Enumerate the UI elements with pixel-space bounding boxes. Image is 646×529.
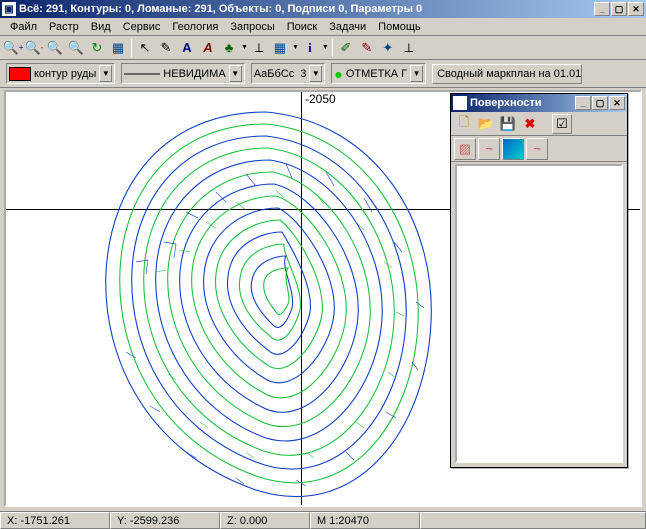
text-a-red-icon[interactable]: A — [198, 38, 218, 58]
panel-icon — [453, 96, 467, 110]
dropdown-icon[interactable]: ▼ — [241, 44, 248, 51]
surface-hatched-icon[interactable]: ▨ — [454, 138, 476, 160]
menu-queries[interactable]: Запросы — [224, 19, 280, 35]
property-bar: контур руды ▼ НЕВИДИМА ▼ АаБбСс 3 ▼ ● ОТ… — [0, 60, 646, 88]
info-icon[interactable]: i — [300, 38, 320, 58]
surface-solid-icon[interactable]: . — [502, 138, 524, 160]
zoom-out-icon[interactable]: 🔍- — [24, 38, 44, 58]
linetype-label: НЕВИДИМА — [163, 68, 225, 80]
window-title: Всё: 291, Контуры: 0, Ломаные: 291, Объе… — [19, 3, 594, 15]
status-z: Z: 0.000 — [220, 512, 310, 529]
status-scale: M 1:20470 — [310, 512, 420, 529]
text-a-icon[interactable]: A — [177, 38, 197, 58]
save-icon[interactable]: 💾 — [498, 114, 518, 134]
line-sample-icon — [124, 69, 160, 79]
main-toolbar: 🔍+ 🔍- 🔍 🔍 ↻ ▦ ↖ ✎ A A ♣ ▼ ⟂ ▦ ▼ i ▼ ✐ ✎ … — [0, 36, 646, 60]
panel-toolbar: 🗋 📂 💾 ✖ ☑ — [451, 112, 627, 136]
app-icon: ▣ — [2, 2, 16, 16]
document-label: Сводный маркплан на 01.01.2002г. Ма — [437, 68, 582, 80]
chevron-down-icon[interactable]: ▼ — [410, 65, 423, 82]
menu-tasks[interactable]: Задачи — [323, 19, 372, 35]
surface-wave-icon[interactable]: ~ — [478, 138, 500, 160]
open-icon[interactable]: 📂 — [476, 114, 496, 134]
font-sample: АаБбСс — [254, 68, 295, 80]
status-x: X: -1751.261 — [0, 512, 110, 529]
layer-label: контур руды — [34, 68, 96, 80]
panel-minimize-button[interactable]: _ — [575, 96, 591, 110]
menubar: Файл Растр Вид Сервис Геология Запросы П… — [0, 18, 646, 36]
zoom-in-icon[interactable]: 🔍+ — [3, 38, 23, 58]
surface-contour-icon[interactable]: ~ — [526, 138, 548, 160]
chevron-down-icon[interactable]: ▼ — [309, 65, 322, 82]
pointer-icon[interactable]: ↖ — [135, 38, 155, 58]
surfaces-panel[interactable]: Поверхности _ ▢ ✕ 🗋 📂 💾 ✖ ☑ ▨ ~ . ~ — [450, 93, 628, 468]
brush-icon[interactable]: ✎ — [357, 38, 377, 58]
panel-titlebar[interactable]: Поверхности _ ▢ ✕ — [451, 94, 627, 112]
new-icon[interactable]: 🗋 — [454, 114, 474, 134]
menu-geology[interactable]: Геология — [166, 19, 224, 35]
dropdown-icon[interactable]: ▼ — [292, 44, 299, 51]
tree-icon[interactable]: ♣ — [219, 38, 239, 58]
delete-icon[interactable]: ✖ — [520, 114, 540, 134]
panel-list[interactable] — [455, 164, 623, 463]
properties-icon[interactable]: ☑ — [552, 114, 572, 134]
font-combo[interactable]: АаБбСс 3 ▼ — [251, 63, 326, 84]
menu-raster[interactable]: Растр — [43, 19, 85, 35]
compass-icon[interactable]: ✦ — [378, 38, 398, 58]
panel-toolbar-2: ▨ ~ . ~ — [451, 136, 627, 162]
marker-label: ОТМЕТКА Г — [346, 68, 407, 80]
panel-close-button[interactable]: ✕ — [609, 96, 625, 110]
menu-service[interactable]: Сервис — [117, 19, 167, 35]
separator — [332, 39, 333, 57]
menu-view[interactable]: Вид — [85, 19, 117, 35]
refresh-icon[interactable]: ↻ — [87, 38, 107, 58]
linetype-combo[interactable]: НЕВИДИМА ▼ — [121, 63, 244, 84]
grid-icon[interactable]: ▦ — [270, 38, 290, 58]
chevron-down-icon[interactable]: ▼ — [229, 65, 242, 82]
dot-icon: ● — [334, 66, 342, 82]
zoom-window-icon[interactable]: 🔍 — [45, 38, 65, 58]
maximize-button[interactable]: ▢ — [611, 2, 627, 16]
contour-drawing — [76, 102, 456, 502]
close-button[interactable]: ✕ — [628, 2, 644, 16]
dropdown-icon[interactable]: ▼ — [322, 44, 329, 51]
color-swatch-icon — [9, 67, 31, 81]
minimize-button[interactable]: _ — [594, 2, 610, 16]
layer-combo[interactable]: контур руды ▼ — [6, 63, 115, 84]
panel-maximize-button[interactable]: ▢ — [592, 96, 608, 110]
chevron-down-icon[interactable]: ▼ — [99, 65, 112, 82]
layers-icon[interactable]: ▦ — [108, 38, 128, 58]
separator — [131, 39, 132, 57]
perpendicular-icon[interactable]: ⟂ — [399, 38, 419, 58]
menu-help[interactable]: Помощь — [372, 19, 427, 35]
titlebar: ▣ Всё: 291, Контуры: 0, Ломаные: 291, Об… — [0, 0, 646, 18]
status-y: Y: -2599.236 — [110, 512, 220, 529]
measure-icon[interactable]: ⟂ — [249, 38, 269, 58]
marker-combo[interactable]: ● ОТМЕТКА Г ▼ — [331, 63, 426, 84]
statusbar: X: -1751.261 Y: -2599.236 Z: 0.000 M 1:2… — [0, 511, 646, 529]
document-combo[interactable]: Сводный маркплан на 01.01.2002г. Ма — [432, 64, 582, 84]
font-size: 3 — [300, 68, 306, 80]
menu-file[interactable]: Файл — [4, 19, 43, 35]
eyedropper-icon[interactable]: ✐ — [336, 38, 356, 58]
menu-search[interactable]: Поиск — [281, 19, 323, 35]
status-empty — [420, 512, 646, 529]
panel-title: Поверхности — [470, 97, 575, 109]
zoom-extents-icon[interactable]: 🔍 — [66, 38, 86, 58]
pen-icon[interactable]: ✎ — [156, 38, 176, 58]
